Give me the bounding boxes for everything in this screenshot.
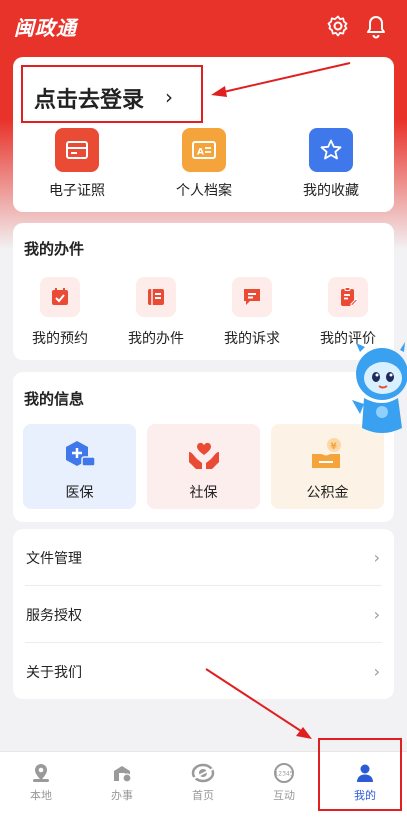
hotline-icon: 12345 bbox=[274, 763, 294, 783]
message-icon bbox=[232, 277, 272, 317]
chevron-right-icon: › bbox=[373, 605, 380, 624]
mine-tab-highlight-box bbox=[318, 738, 402, 811]
tab-interaction[interactable]: 12345 互动 bbox=[249, 762, 319, 803]
star-icon bbox=[309, 128, 353, 172]
quick-item-personal-file[interactable]: A 个人档案 bbox=[154, 128, 254, 200]
app-logo: 闽政通 bbox=[14, 16, 77, 40]
document-list-icon bbox=[136, 277, 176, 317]
quick-item-label: 我的收藏 bbox=[303, 183, 359, 199]
svg-text:¥: ¥ bbox=[331, 442, 338, 452]
business-item-label: 我的预约 bbox=[32, 331, 88, 347]
home-logo-icon bbox=[191, 763, 215, 783]
tab-label: 本地 bbox=[30, 789, 52, 802]
tab-label: 互动 bbox=[273, 789, 295, 802]
tab-label: 首页 bbox=[192, 789, 214, 802]
quick-item-favorites[interactable]: 我的收藏 bbox=[281, 128, 381, 200]
medical-insurance-icon bbox=[63, 438, 97, 476]
tab-home[interactable]: 首页 bbox=[168, 762, 238, 803]
login-highlight-box bbox=[21, 65, 203, 123]
info-tile-medical[interactable]: 医保 bbox=[23, 424, 136, 509]
chevron-right-icon: › bbox=[373, 548, 380, 567]
business-item-appointment[interactable]: 我的预约 bbox=[15, 277, 105, 348]
info-tile-label: 公积金 bbox=[306, 485, 349, 501]
menu-row-label: 文件管理 bbox=[26, 550, 82, 567]
annotation-arrow-login bbox=[211, 62, 351, 97]
menu-row-service-authorization[interactable]: 服务授权 › bbox=[13, 586, 394, 643]
info-tile-social[interactable]: 社保 bbox=[147, 424, 260, 509]
settings-gear-icon[interactable] bbox=[326, 14, 350, 38]
quick-item-e-license[interactable]: 电子证照 bbox=[27, 128, 127, 200]
business-item-label: 我的办件 bbox=[128, 331, 184, 347]
info-tile-label: 社保 bbox=[189, 485, 218, 501]
social-security-icon bbox=[186, 438, 222, 476]
service-hall-icon bbox=[114, 766, 132, 783]
menu-row-label: 关于我们 bbox=[26, 664, 82, 681]
business-title: 我的办件 bbox=[24, 240, 85, 258]
housing-fund-icon: ¥ bbox=[309, 436, 347, 476]
business-item-appeals[interactable]: 我的诉求 bbox=[207, 277, 297, 348]
notification-bell-icon[interactable] bbox=[364, 13, 388, 39]
tab-services[interactable]: 办事 bbox=[87, 762, 157, 803]
quick-item-label: 电子证照 bbox=[49, 183, 105, 199]
top-bar: 闽政通 bbox=[0, 0, 407, 52]
location-icon bbox=[33, 764, 49, 782]
menu-row-file-management[interactable]: 文件管理 › bbox=[13, 529, 394, 586]
tab-local[interactable]: 本地 bbox=[6, 762, 76, 803]
menu-row-label: 服务授权 bbox=[26, 607, 82, 624]
svg-text:A: A bbox=[197, 148, 204, 158]
business-item-reviews[interactable]: 我的评价 bbox=[303, 277, 393, 348]
clipboard-edit-icon bbox=[328, 277, 368, 317]
annotation-arrow-mine bbox=[205, 668, 312, 739]
business-item-label: 我的诉求 bbox=[224, 331, 280, 347]
tab-label: 办事 bbox=[111, 789, 133, 802]
mascot-robot-image bbox=[352, 340, 407, 440]
svg-text:12345: 12345 bbox=[274, 771, 293, 778]
business-item-cases[interactable]: 我的办件 bbox=[111, 277, 201, 348]
info-tile-label: 医保 bbox=[65, 485, 94, 501]
id-card-icon: A bbox=[182, 128, 226, 172]
info-title: 我的信息 bbox=[24, 390, 85, 408]
calendar-check-icon bbox=[40, 277, 80, 317]
chevron-right-icon: › bbox=[373, 662, 380, 681]
card-icon bbox=[55, 128, 99, 172]
quick-item-label: 个人档案 bbox=[176, 183, 232, 199]
